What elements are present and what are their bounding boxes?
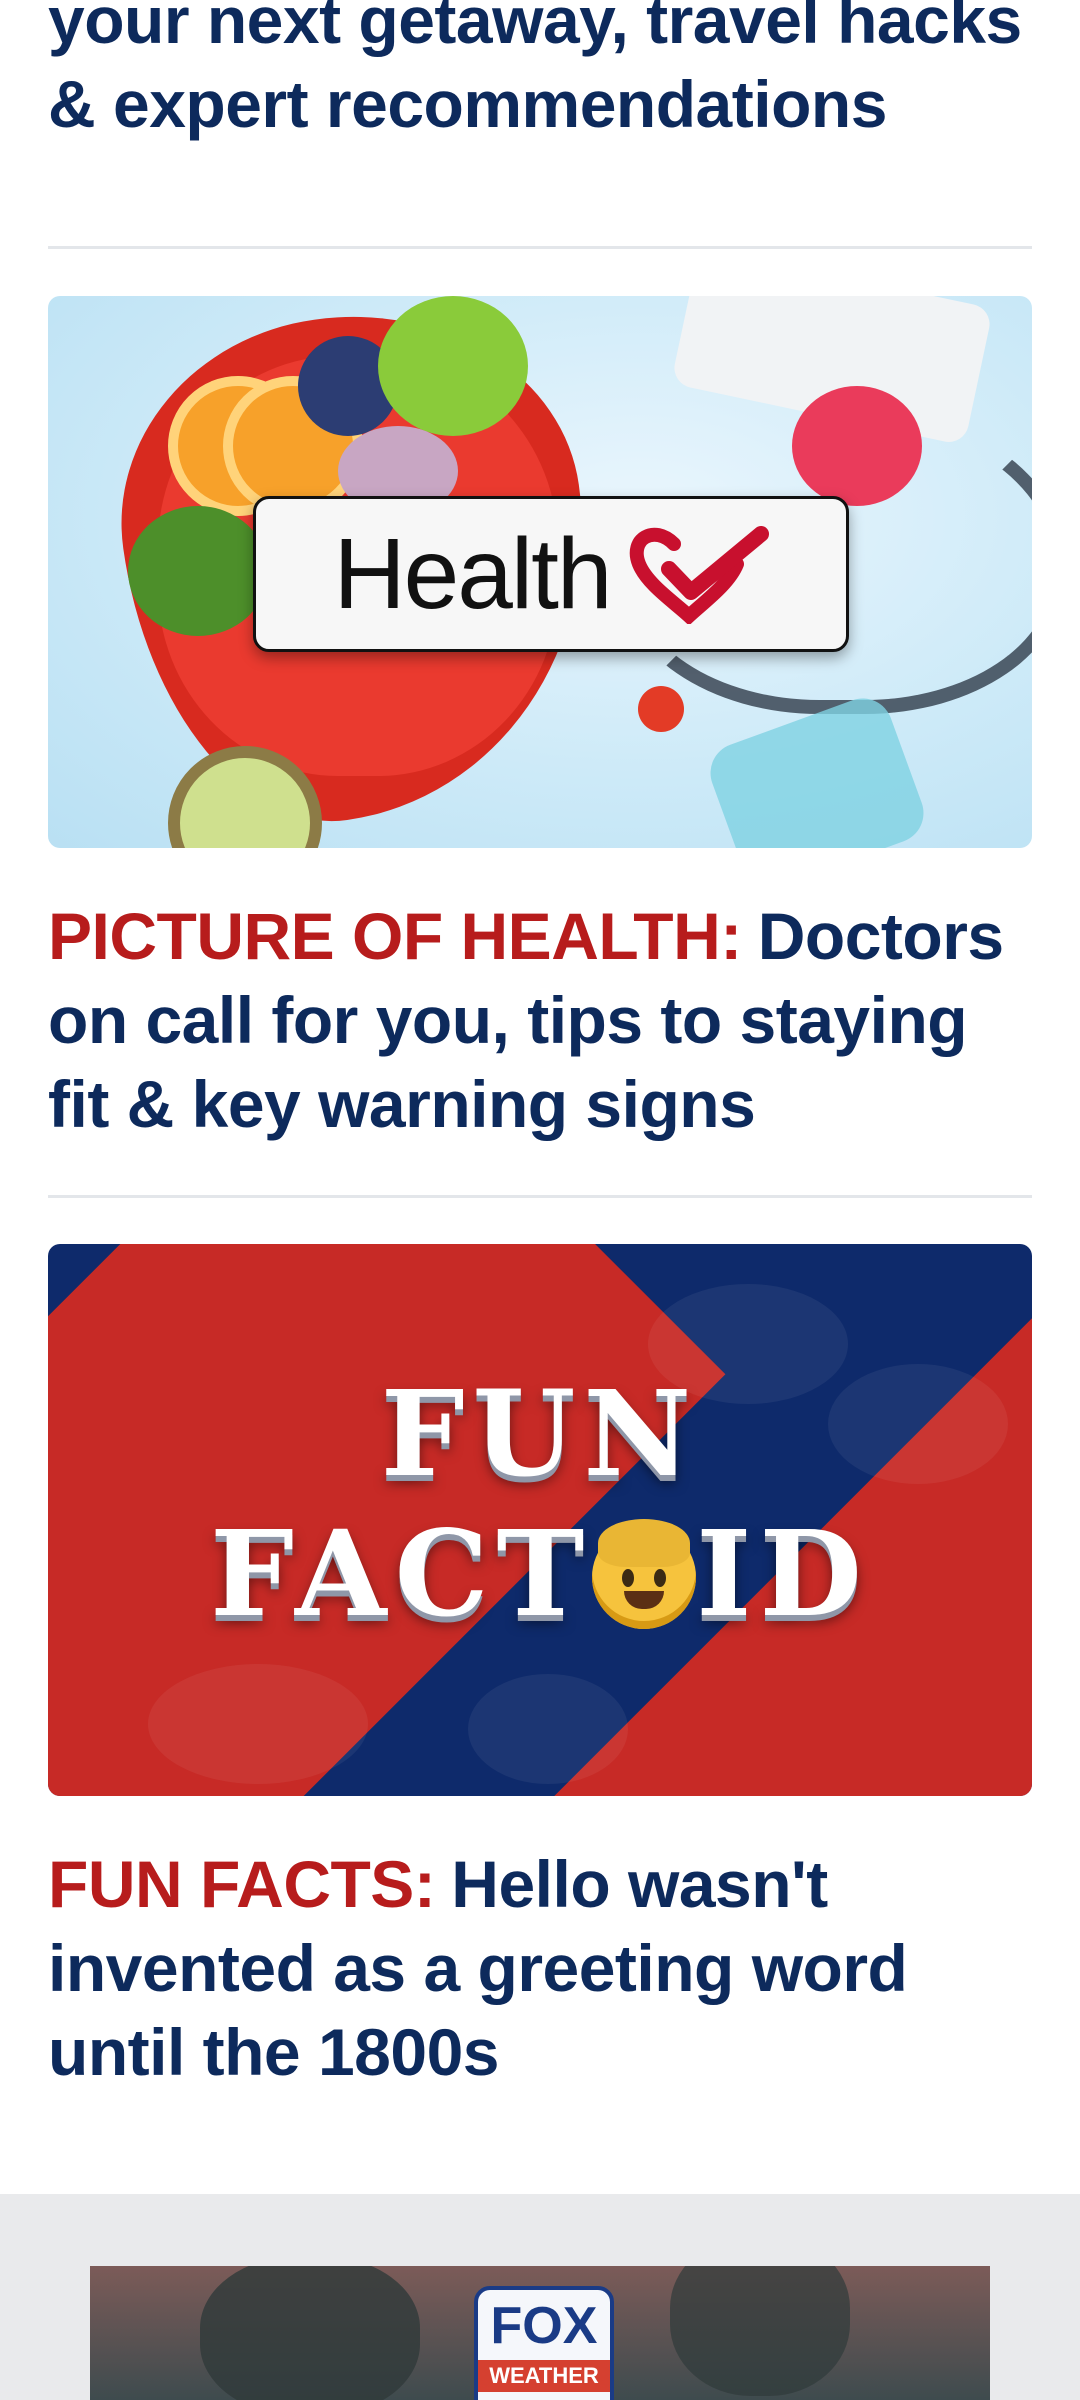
divider [48, 246, 1032, 249]
tree-graphic [670, 2266, 850, 2396]
fun-title-left: FACT [210, 1504, 593, 1643]
fun-title-line2: FACT ID [48, 1504, 1032, 1643]
fun-title-right: ID [696, 1504, 870, 1643]
health-logo: Health [253, 496, 849, 652]
tree-graphic [200, 2266, 420, 2400]
divider [48, 1195, 1032, 1198]
heart-check-icon [629, 526, 769, 624]
dumbbell-graphic [702, 690, 932, 848]
fun-title-line1: FUN [380, 1364, 700, 1503]
kicker: FUN FACTS: [48, 1847, 436, 1921]
article-headline-travel[interactable]: your next getaway, travel hacks & expert… [48, 0, 1032, 146]
health-logo-text: Health [333, 517, 612, 630]
article-headline-health[interactable]: PICTURE OF HEALTH: Doctors on call for yo… [48, 894, 1032, 1146]
fun-factoid-article-image[interactable]: FUN FACT ID [48, 1244, 1032, 1796]
weather-logo-text: WEATHER [478, 2360, 610, 2392]
kicker: PICTURE OF HEALTH: [48, 899, 742, 973]
promo-panel: FOX WEATHER [0, 2194, 1080, 2400]
speech-bubble-graphic [148, 1664, 368, 1784]
mind-blown-emoji-icon [592, 1518, 697, 1629]
apple-graphic [378, 296, 528, 436]
heart-ball-graphic [792, 386, 922, 506]
fox-logo-text: FOX [490, 2297, 598, 2355]
fox-weather-logo: FOX WEATHER [474, 2286, 614, 2400]
tomato-graphic [638, 686, 684, 732]
speech-bubble-graphic [468, 1674, 628, 1784]
fox-weather-promo[interactable]: FOX WEATHER [90, 2266, 990, 2400]
broccoli-graphic [128, 506, 268, 636]
health-article-image[interactable]: Health [48, 296, 1032, 848]
article-headline-fun-facts[interactable]: FUN FACTS: Hello wasn't invented as a gre… [48, 1842, 1032, 2094]
